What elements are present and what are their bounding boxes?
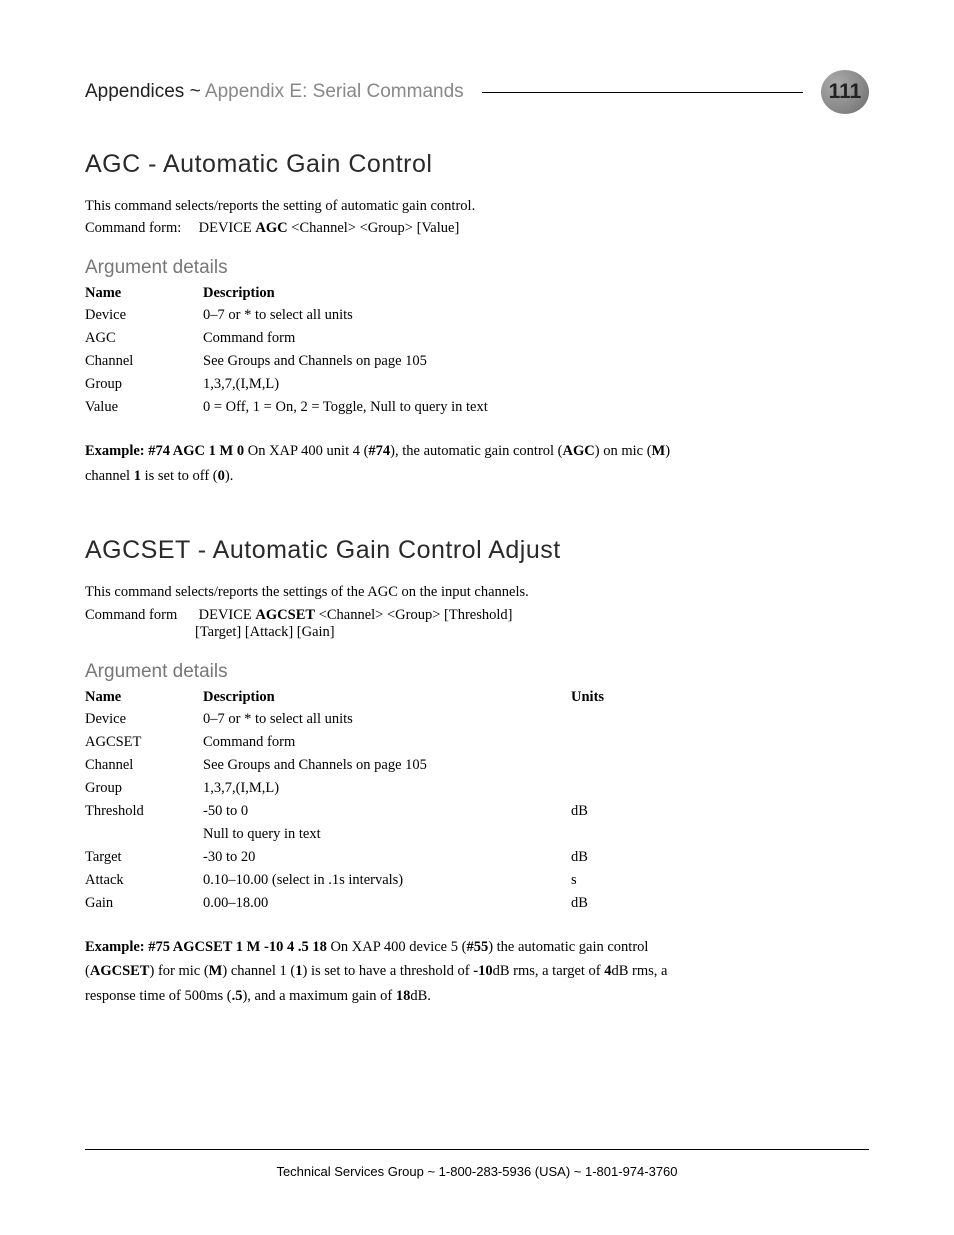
- cmd-line2: [Target] [Attack] [Gain]: [195, 624, 335, 640]
- example-lead: Example: #75 AGCSET 1 M -10 4 .5 18: [85, 939, 327, 955]
- page-number: 111: [829, 80, 862, 104]
- table-row: Device0–7 or * to select all units: [85, 304, 645, 327]
- agc-intro: This command selects/reports the setting…: [85, 195, 869, 218]
- table-row: ChannelSee Groups and Channels on page 1…: [85, 350, 645, 373]
- col-name: Name: [85, 283, 203, 304]
- agcset-example: Example: #75 AGCSET 1 M -10 4 .5 18 On X…: [85, 935, 705, 1009]
- table-row: Attack0.10–10.00 (select in .1s interval…: [85, 869, 645, 892]
- section-title-agc: AGC - Automatic Gain Control: [85, 150, 869, 179]
- footer-text: Technical Services Group ~ 1-800-283-593…: [276, 1164, 677, 1179]
- arg-details-heading: Argument details: [85, 257, 869, 279]
- agc-args-table: Name Description Device0–7 or * to selec…: [85, 283, 645, 419]
- table-row: Group1,3,7,(I,M,L): [85, 373, 645, 396]
- page-footer: Technical Services Group ~ 1-800-283-593…: [85, 1149, 869, 1179]
- table-row: Device0–7 or * to select all units: [85, 708, 645, 731]
- col-desc: Description: [203, 283, 645, 304]
- arg-details-heading: Argument details: [85, 661, 869, 683]
- cmd-suffix: <Channel> <Group> [Threshold]: [315, 607, 512, 623]
- table-row: Group1,3,7,(I,M,L): [85, 777, 645, 800]
- col-name: Name: [85, 687, 203, 708]
- breadcrumb: Appendices ~ Appendix E: Serial Commands: [85, 81, 464, 103]
- cmd-suffix: <Channel> <Group> [Value]: [288, 220, 460, 236]
- cmd-prefix: DEVICE: [199, 220, 256, 236]
- agcset-args-table: Name Description Units Device0–7 or * to…: [85, 687, 645, 915]
- cmd-bold: AGCSET: [255, 607, 315, 623]
- table-header-row: Name Description Units: [85, 687, 645, 708]
- agc-example: Example: #74 AGC 1 M 0 On XAP 400 unit 4…: [85, 439, 705, 488]
- table-row: Threshold-50 to 0dB: [85, 800, 645, 823]
- agcset-intro: This command selects/reports the setting…: [85, 581, 869, 604]
- table-row: Value0 = Off, 1 = On, 2 = Toggle, Null t…: [85, 396, 645, 419]
- cmd-label: Command form: [85, 607, 195, 624]
- table-row: AGCSETCommand form: [85, 731, 645, 754]
- page-header: Appendices ~ Appendix E: Serial Commands…: [85, 70, 869, 114]
- col-units: Units: [571, 687, 645, 708]
- breadcrumb-light: Appendix E: Serial Commands: [205, 81, 464, 102]
- page-number-badge: 111: [821, 70, 869, 114]
- cmd-prefix: DEVICE: [199, 607, 256, 623]
- agc-command-form: Command form: DEVICE AGC <Channel> <Grou…: [85, 220, 869, 237]
- header-rule: [482, 92, 803, 93]
- table-row: Null to query in text: [85, 823, 645, 846]
- table-row: AGCCommand form: [85, 327, 645, 350]
- section-title-agcset: AGCSET - Automatic Gain Control Adjust: [85, 536, 869, 565]
- col-desc: Description: [203, 687, 571, 708]
- page-content: Appendices ~ Appendix E: Serial Commands…: [0, 0, 954, 1009]
- agcset-command-form: Command form DEVICE AGCSET <Channel> <Gr…: [85, 607, 869, 641]
- breadcrumb-strong: Appendices ~: [85, 81, 205, 102]
- example-lead: Example: #74 AGC 1 M 0: [85, 443, 244, 459]
- cmd-bold: AGC: [255, 220, 287, 236]
- cmd-label: Command form:: [85, 220, 195, 237]
- table-header-row: Name Description: [85, 283, 645, 304]
- table-row: Gain0.00–18.00dB: [85, 892, 645, 915]
- table-row: ChannelSee Groups and Channels on page 1…: [85, 754, 645, 777]
- table-row: Target-30 to 20dB: [85, 846, 645, 869]
